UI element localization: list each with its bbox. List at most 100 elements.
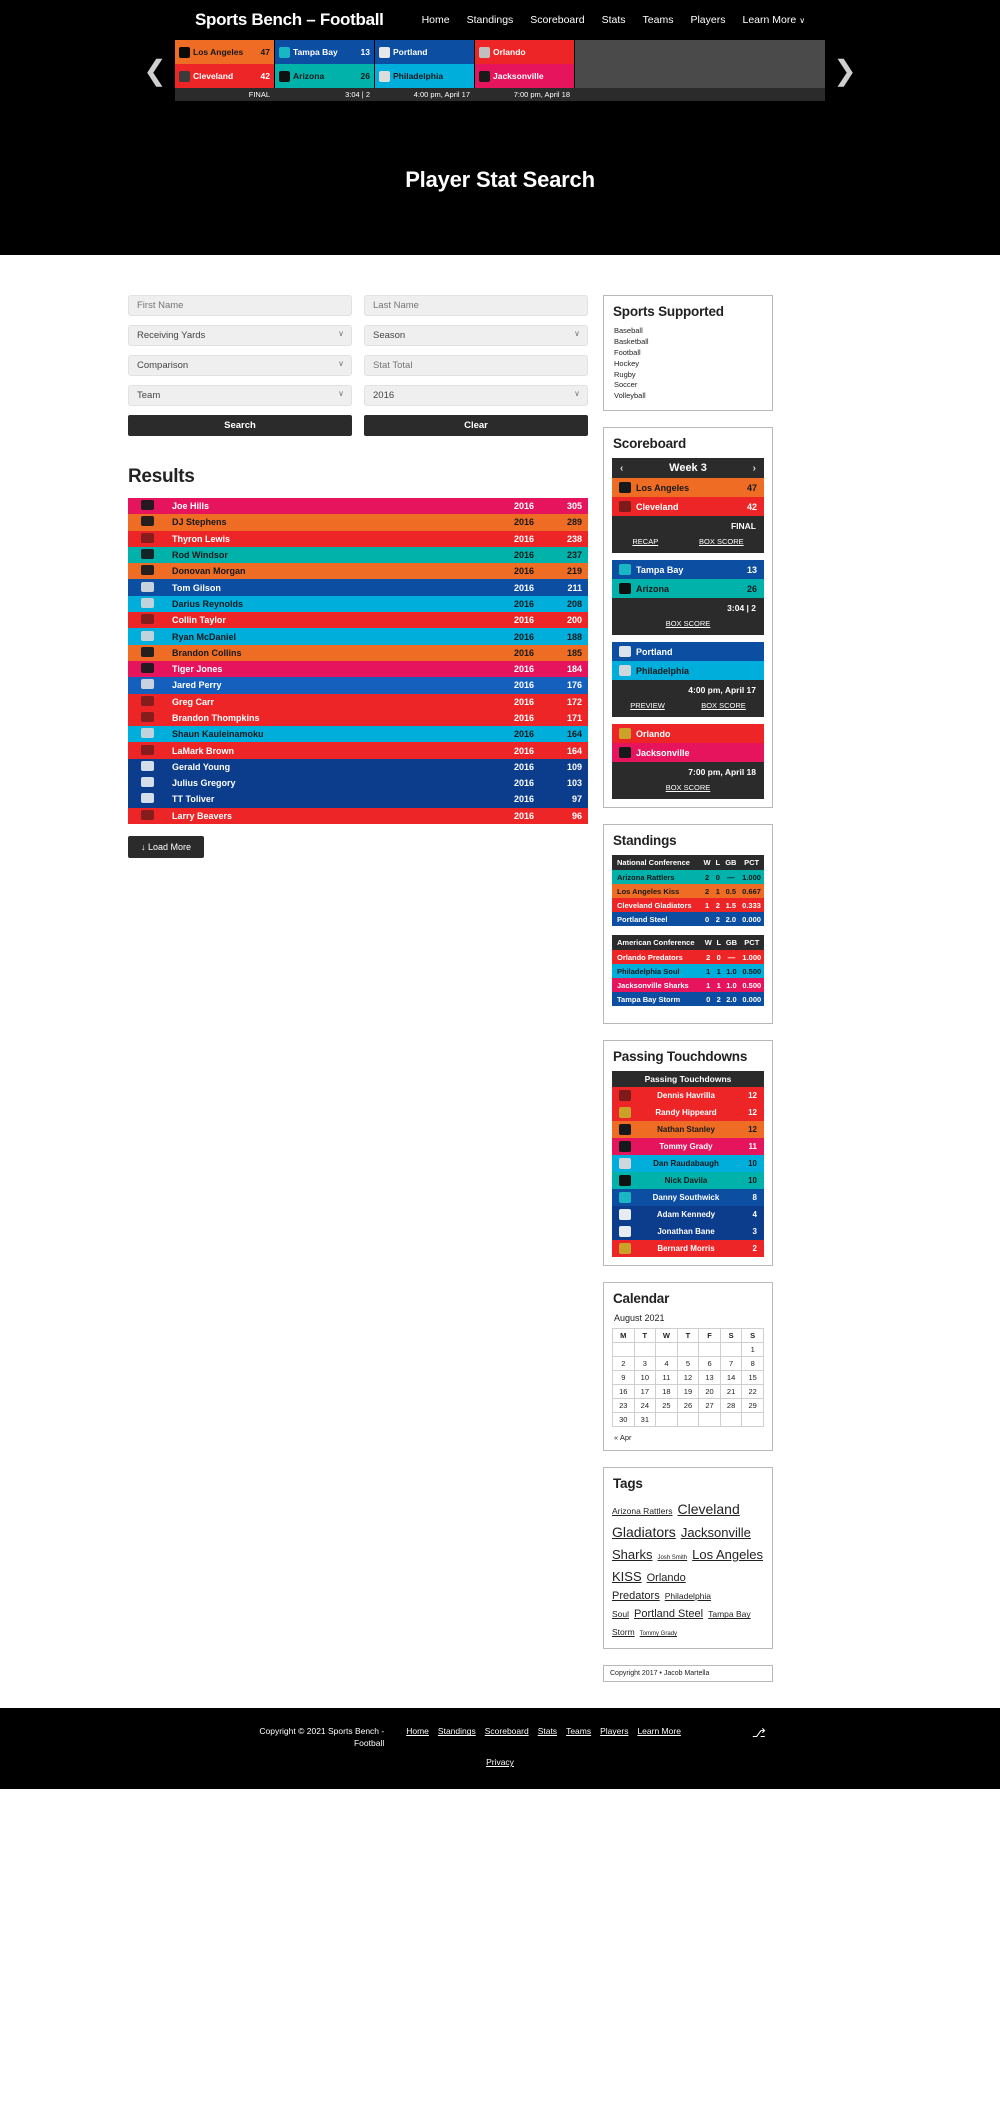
calendar-day-cell[interactable]: 23 xyxy=(612,1398,635,1414)
table-row[interactable]: Joe Hills 2016 305 xyxy=(128,498,588,515)
calendar-day-cell[interactable]: 28 xyxy=(719,1398,743,1414)
table-row[interactable]: Greg Carr 2016 172 xyxy=(128,693,588,710)
calendar-day-cell[interactable]: 13 xyxy=(698,1370,721,1386)
calendar-day-cell[interactable]: 3 xyxy=(633,1356,657,1372)
nav-item-learn-more[interactable]: Learn More ∨ xyxy=(742,14,805,26)
table-row[interactable]: Larry Beavers 2016 96 xyxy=(128,807,588,824)
nav-item-players[interactable]: Players xyxy=(690,14,725,26)
nav-item-stats[interactable]: Stats xyxy=(602,14,626,26)
nav-item-scoreboard[interactable]: Scoreboard xyxy=(530,14,584,26)
calendar-day-cell[interactable]: 4 xyxy=(655,1356,678,1372)
strip-game[interactable]: Orlando Jacksonville xyxy=(475,40,575,88)
comparison-select[interactable]: Comparison xyxy=(128,355,352,376)
footer-nav-players[interactable]: Players xyxy=(600,1726,628,1736)
table-row[interactable]: Julius Gregory 2016 103 xyxy=(128,775,588,792)
calendar-day-cell[interactable]: 1 xyxy=(741,1342,764,1358)
calendar-day-cell[interactable]: 8 xyxy=(741,1356,764,1372)
calendar-day-cell[interactable]: 25 xyxy=(655,1398,678,1414)
passing-touchdowns-row[interactable]: Danny Southwick 8 xyxy=(612,1189,764,1207)
calendar-day-cell[interactable]: 14 xyxy=(719,1370,743,1386)
passing-touchdowns-row[interactable]: Tommy Grady 11 xyxy=(612,1138,764,1156)
footer-nav-scoreboard[interactable]: Scoreboard xyxy=(485,1726,529,1736)
calendar-day-cell[interactable]: 9 xyxy=(612,1370,635,1386)
season-select[interactable]: Season xyxy=(364,325,588,346)
strip-prev-arrow[interactable]: ❮ xyxy=(135,56,175,85)
game-link-box-score[interactable]: BOX SCORE xyxy=(666,619,711,628)
table-row[interactable]: Ryan McDaniel 2016 188 xyxy=(128,628,588,645)
calendar-day-cell[interactable]: 16 xyxy=(612,1384,635,1400)
load-more-button[interactable]: ↓ Load More xyxy=(128,835,205,858)
footer-nav-stats[interactable]: Stats xyxy=(538,1726,557,1736)
standings-row[interactable]: Tampa Bay Storm 0 2 2.0 0.000 xyxy=(612,992,764,1007)
stat-select[interactable]: Receiving Yards xyxy=(128,325,352,346)
table-row[interactable]: DJ Stephens 2016 289 xyxy=(128,514,588,531)
standings-row[interactable]: Jacksonville Sharks 1 1 1.0 0.500 xyxy=(612,978,764,993)
table-row[interactable]: Jared Perry 2016 176 xyxy=(128,677,588,694)
footer-nav-learn-more[interactable]: Learn More xyxy=(637,1726,680,1736)
calendar-day-cell[interactable]: 27 xyxy=(698,1398,721,1414)
calendar-day-cell[interactable]: 26 xyxy=(676,1398,700,1414)
table-row[interactable]: LaMark Brown 2016 164 xyxy=(128,742,588,759)
standings-row[interactable]: Portland Steel 0 2 2.0 0.000 xyxy=(612,912,764,927)
standings-row[interactable]: Cleveland Gladiators 1 2 1.5 0.333 xyxy=(612,898,764,913)
standings-row[interactable]: Orlando Predators 2 0 — 1.000 xyxy=(612,950,764,965)
table-row[interactable]: Tiger Jones 2016 184 xyxy=(128,660,588,678)
passing-touchdowns-row[interactable]: Bernard Morris 2 xyxy=(612,1240,764,1258)
standings-row[interactable]: Arizona Rattlers 2 0 — 1.000 xyxy=(612,870,764,885)
calendar-day-cell[interactable]: 11 xyxy=(655,1370,678,1386)
table-row[interactable]: Thyron Lewis 2016 238 xyxy=(128,530,588,547)
game-link-preview[interactable]: PREVIEW xyxy=(630,701,665,710)
game-link-box-score[interactable]: BOX SCORE xyxy=(701,701,746,710)
calendar-day-cell[interactable]: 2 xyxy=(612,1356,635,1372)
sport-list-item[interactable]: Baseball xyxy=(614,326,764,337)
game-link-box-score[interactable]: BOX SCORE xyxy=(666,783,711,792)
sport-list-item[interactable]: Football xyxy=(614,348,764,359)
table-row[interactable]: TT Toliver 2016 97 xyxy=(128,791,588,808)
calendar-day-cell[interactable]: 18 xyxy=(655,1384,678,1400)
sport-list-item[interactable]: Hockey xyxy=(614,359,764,370)
year-select[interactable]: 2016 xyxy=(364,385,588,406)
calendar-day-cell[interactable]: 24 xyxy=(633,1398,657,1414)
tag-link[interactable]: Tommy Grady xyxy=(640,1631,677,1637)
table-row[interactable]: Rod Windsor 2016 237 xyxy=(128,546,588,564)
nav-item-teams[interactable]: Teams xyxy=(643,14,674,26)
strip-next-arrow[interactable]: ❯ xyxy=(825,56,865,85)
passing-touchdowns-row[interactable]: Dennis Havrilla 12 xyxy=(612,1087,764,1105)
calendar-day-cell[interactable]: 10 xyxy=(633,1370,657,1386)
calendar-day-cell[interactable]: 22 xyxy=(741,1384,764,1400)
passing-touchdowns-row[interactable]: Dan Raudabaugh 10 xyxy=(612,1155,764,1173)
footer-nav-teams[interactable]: Teams xyxy=(566,1726,591,1736)
calendar-day-cell[interactable]: 19 xyxy=(676,1384,700,1400)
calendar-day-cell[interactable]: 7 xyxy=(719,1356,743,1372)
stat-total-input[interactable] xyxy=(364,355,588,376)
strip-game[interactable]: Tampa Bay 13 Arizona 26 xyxy=(275,40,375,88)
last-name-input[interactable] xyxy=(364,295,588,316)
table-row[interactable]: Darius Reynolds 2016 208 xyxy=(128,595,588,613)
table-row[interactable]: Tom Gilson 2016 211 xyxy=(128,579,588,596)
tag-link[interactable]: Portland Steel xyxy=(634,1608,703,1620)
table-row[interactable]: Donovan Morgan 2016 219 xyxy=(128,563,588,580)
passing-touchdowns-row[interactable]: Nick Davila 10 xyxy=(612,1172,764,1190)
footer-nav-standings[interactable]: Standings xyxy=(438,1726,476,1736)
sport-list-item[interactable]: Rugby xyxy=(614,370,764,381)
clear-button[interactable]: Clear xyxy=(364,415,588,436)
strip-game[interactable]: Portland Philadelphia xyxy=(375,40,475,88)
tag-link[interactable]: Josh Smith xyxy=(657,1555,687,1561)
sport-list-item[interactable]: Volleyball xyxy=(614,391,764,402)
team-select[interactable]: Team xyxy=(128,385,352,406)
calendar-day-cell[interactable]: 12 xyxy=(676,1370,700,1386)
calendar-day-cell[interactable]: 21 xyxy=(719,1384,743,1400)
week-next-icon[interactable]: › xyxy=(753,463,756,474)
first-name-input[interactable] xyxy=(128,295,352,316)
calendar-day-cell[interactable]: 15 xyxy=(741,1370,764,1386)
passing-touchdowns-row[interactable]: Randy Hippeard 12 xyxy=(612,1104,764,1122)
calendar-day-cell[interactable]: 30 xyxy=(612,1412,635,1428)
footer-privacy-link[interactable]: Privacy xyxy=(486,1757,514,1767)
calendar-day-cell[interactable]: 17 xyxy=(633,1384,657,1400)
calendar-day-cell[interactable]: 31 xyxy=(633,1412,657,1428)
standings-row[interactable]: Los Angeles Kiss 2 1 0.5 0.667 xyxy=(612,884,764,899)
game-link-box-score[interactable]: BOX SCORE xyxy=(699,537,744,546)
calendar-day-cell[interactable]: 6 xyxy=(698,1356,721,1372)
table-row[interactable]: Shaun Kauleinamoku 2016 164 xyxy=(128,726,588,743)
passing-touchdowns-row[interactable]: Adam Kennedy 4 xyxy=(612,1206,764,1224)
